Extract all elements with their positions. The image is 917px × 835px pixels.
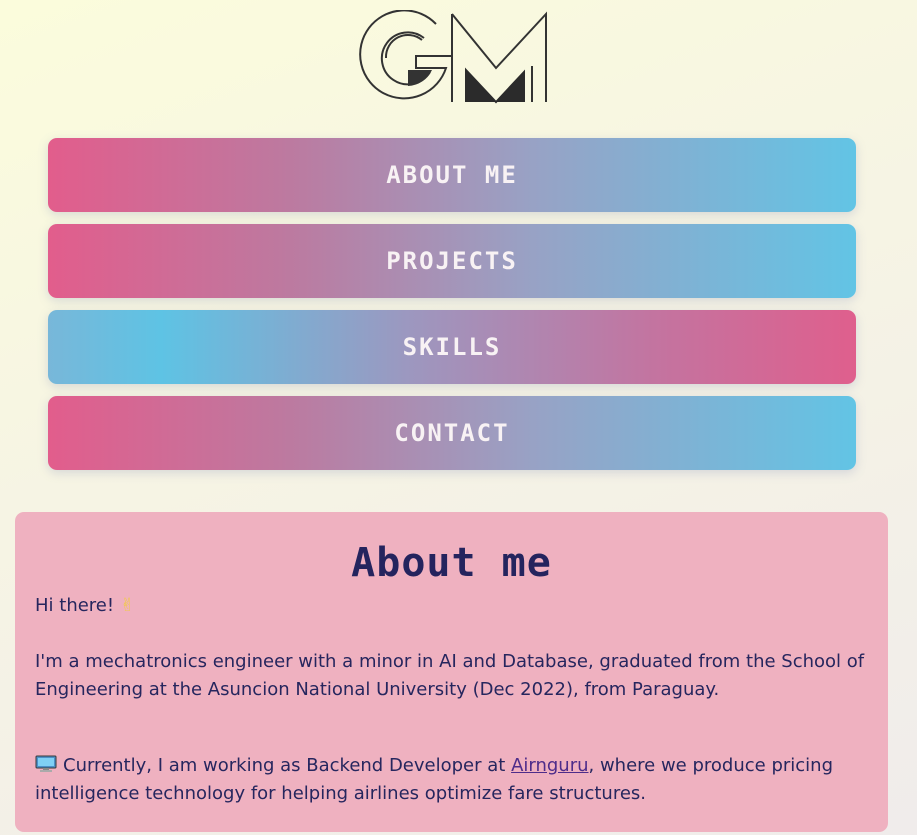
greeting: Hi there! — [35, 595, 115, 616]
current-prefix: Currently, I am working as Backend Devel… — [63, 755, 512, 776]
projects-button[interactable]: Projects — [48, 224, 856, 298]
greeting-text: Hi there! ✌ — [35, 592, 875, 620]
skills-button[interactable]: Skills — [48, 310, 856, 384]
airnguru-link[interactable]: Airnguru — [511, 755, 588, 776]
current-job-text: Currently, I am working as Backend Devel… — [35, 752, 875, 808]
about-me-label: About me — [386, 161, 518, 189]
contact-label: Contact — [394, 419, 510, 447]
skills-label: Skills — [402, 333, 502, 361]
intro-text: I'm a mechatronics engineer with a minor… — [35, 651, 865, 700]
victory-hand-icon: ✌ — [119, 595, 135, 616]
about-me-button[interactable]: About me — [48, 138, 856, 212]
contact-button[interactable]: Contact — [48, 396, 856, 470]
about-title: About me — [351, 540, 552, 586]
computer-icon — [35, 754, 57, 772]
gm-logo — [356, 9, 552, 106]
about-section: About me Hi there! ✌ I'm a mechatronics … — [15, 512, 888, 832]
projects-label: Projects — [386, 247, 518, 275]
